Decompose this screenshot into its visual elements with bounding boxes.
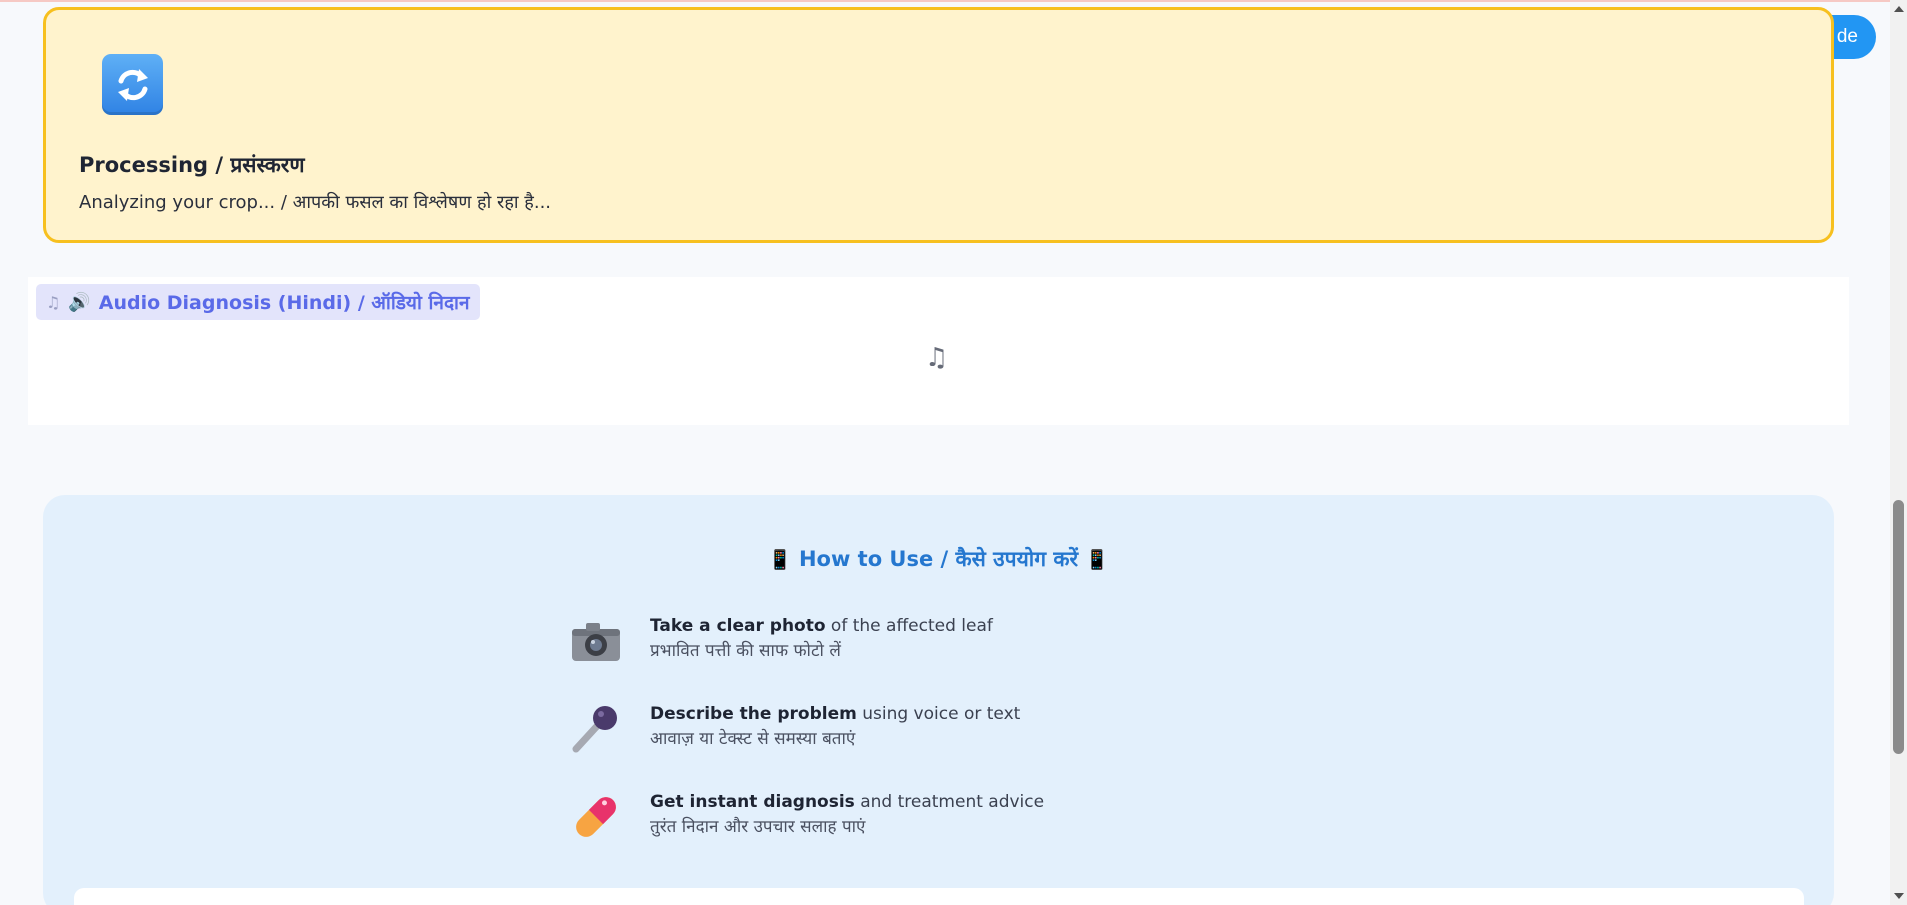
step-rest: and treatment advice [854, 792, 1045, 812]
mobile-phone-icon: 📱 [1085, 549, 1110, 571]
scrollbar-thumb[interactable] [1893, 500, 1904, 754]
camera-icon [568, 613, 624, 669]
microphone-icon [568, 701, 624, 757]
how-to-use-title: 📱 How to Use / कैसे उपयोग करें 📱 [43, 545, 1834, 573]
step-text: Describe the problem using voice or text… [650, 704, 1020, 749]
step-bold: Get instant diagnosis [650, 792, 855, 812]
step-hindi: प्रभावित पत्ती की साफ फोटो लें [650, 641, 841, 661]
how-to-use-title-text: How to Use / कैसे उपयोग करें [798, 547, 1079, 571]
audio-player-music-icon[interactable]: ♫ [925, 343, 948, 373]
page: de Processing / प्रसंस्करण Analyzing you… [0, 0, 1907, 905]
step-text: Take a clear photo of the affected leaf … [650, 616, 993, 661]
audio-diagnosis-section: ♫ 🔊 Audio Diagnosis (Hindi) / ऑडियो निदा… [28, 277, 1849, 425]
speaker-icon: 🔊 [68, 291, 91, 313]
step-rest: of the affected leaf [825, 616, 993, 636]
vertical-scrollbar[interactable] [1890, 0, 1907, 905]
mobile-phone-icon: 📱 [767, 549, 792, 571]
step-take-photo: Take a clear photo of the affected leaf … [568, 613, 1268, 683]
sync-icon [102, 54, 163, 115]
step-bold: Describe the problem [650, 704, 857, 724]
step-describe-problem: Describe the problem using voice or text… [568, 701, 1268, 771]
audio-diagnosis-title: Audio Diagnosis (Hindi) / ऑडियो निदान [98, 292, 470, 314]
step-hindi: तुरंत निदान और उपचार सलाह पाएं [650, 817, 866, 837]
step-bold: Take a clear photo [650, 616, 826, 636]
pill-icon [568, 789, 624, 845]
music-note-icon: ♫ [46, 292, 61, 312]
scroll-up-arrow-icon[interactable] [1894, 6, 1904, 12]
how-to-use-card: 📱 How to Use / कैसे उपयोग करें 📱 Take a … [43, 495, 1834, 905]
step-rest: using voice or text [856, 704, 1021, 724]
top-border-line [0, 0, 1907, 2]
step-hindi: आवाज़ या टेक्स्ट से समस्या बताएं [650, 729, 856, 749]
bottom-panel [74, 888, 1804, 905]
processing-message: Analyzing your crop... / आपकी फसल का विश… [79, 192, 552, 213]
processing-title: Processing / प्रसंस्करण [79, 153, 305, 177]
audio-diagnosis-label: ♫ 🔊 Audio Diagnosis (Hindi) / ऑडियो निदा… [36, 284, 480, 320]
scroll-down-arrow-icon[interactable] [1894, 893, 1904, 899]
step-text: Get instant diagnosis and treatment advi… [650, 792, 1044, 837]
step-get-diagnosis: Get instant diagnosis and treatment advi… [568, 789, 1268, 859]
processing-card: Processing / प्रसंस्करण Analyzing your c… [43, 7, 1834, 243]
